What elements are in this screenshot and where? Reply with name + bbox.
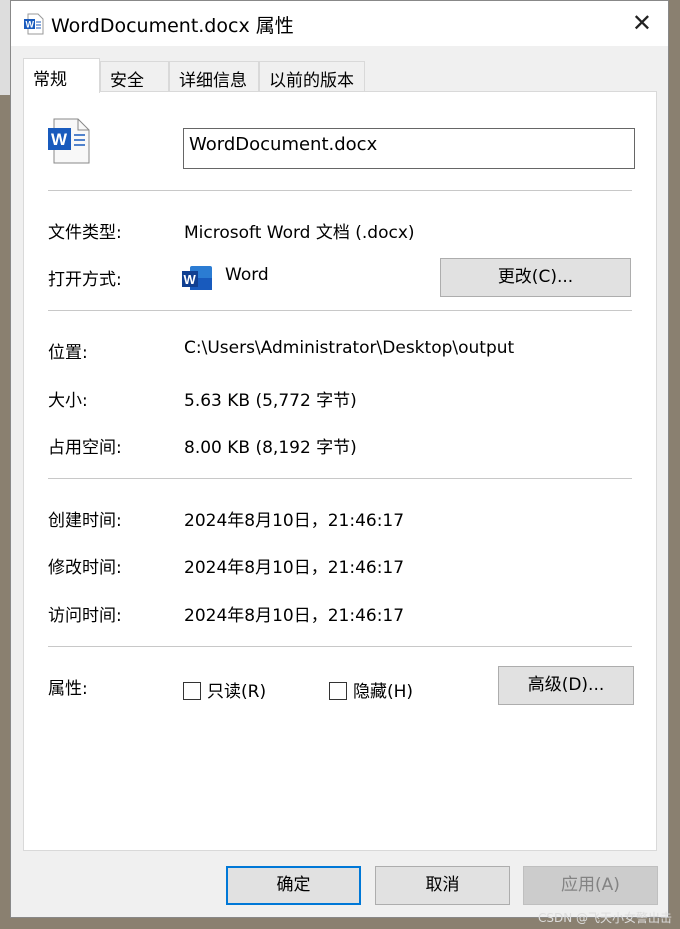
divider bbox=[48, 310, 632, 311]
size-label: 大小: bbox=[48, 391, 88, 411]
close-icon[interactable]: ✕ bbox=[632, 9, 652, 37]
tab-previous-versions[interactable]: 以前的版本 bbox=[259, 61, 365, 92]
divider bbox=[48, 478, 632, 479]
window-title: WordDocument.docx 属性 bbox=[51, 15, 294, 37]
open-with-value: Word bbox=[225, 265, 269, 285]
word-file-icon: W bbox=[48, 118, 90, 164]
accessed-label: 访问时间: bbox=[48, 606, 122, 626]
word-app-icon: W bbox=[182, 266, 212, 290]
background-window bbox=[0, 0, 10, 95]
size-value: 5.63 KB (5,772 字节) bbox=[184, 391, 357, 411]
created-value: 2024年8月10日，21:46:17 bbox=[184, 511, 405, 531]
advanced-button[interactable]: 高级(D)... bbox=[498, 666, 634, 705]
apply-button[interactable]: 应用(A) bbox=[523, 866, 658, 905]
general-panel: W WordDocument.docx 文件类型: Microsoft Word… bbox=[23, 91, 657, 851]
checkbox-box[interactable] bbox=[183, 682, 201, 700]
readonly-checkbox[interactable]: 只读(R) bbox=[183, 677, 266, 702]
watermark: CSDN @飞天小女警出击 bbox=[537, 911, 672, 925]
file-type-label: 文件类型: bbox=[48, 223, 122, 243]
divider bbox=[48, 646, 632, 647]
open-with-label: 打开方式: bbox=[48, 270, 122, 290]
divider bbox=[48, 190, 632, 191]
location-value: C:\Users\Administrator\Desktop\output bbox=[184, 338, 515, 358]
disk-size-value: 8.00 KB (8,192 字节) bbox=[184, 438, 357, 458]
title-bar: W WordDocument.docx 属性 ✕ bbox=[11, 1, 668, 46]
accessed-value: 2024年8月10日，21:46:17 bbox=[184, 606, 405, 626]
tab-general[interactable]: 常规 bbox=[23, 58, 100, 93]
attributes-label: 属性: bbox=[48, 679, 88, 699]
word-document-icon: W bbox=[24, 13, 44, 35]
modified-value: 2024年8月10日，21:46:17 bbox=[184, 558, 405, 578]
tab-security[interactable]: 安全 bbox=[100, 61, 169, 92]
disk-size-label: 占用空间: bbox=[48, 438, 122, 458]
checkbox-box[interactable] bbox=[329, 682, 347, 700]
svg-text:W: W bbox=[51, 130, 68, 149]
location-label: 位置: bbox=[48, 343, 88, 363]
readonly-label: 只读(R) bbox=[207, 682, 267, 702]
modified-label: 修改时间: bbox=[48, 558, 122, 578]
file-name-input[interactable]: WordDocument.docx bbox=[183, 128, 635, 169]
created-label: 创建时间: bbox=[48, 511, 122, 531]
svg-text:W: W bbox=[26, 20, 35, 30]
svg-text:W: W bbox=[184, 272, 197, 287]
hidden-label: 隐藏(H) bbox=[353, 682, 414, 702]
cancel-button[interactable]: 取消 bbox=[375, 866, 510, 905]
ok-button[interactable]: 确定 bbox=[226, 866, 361, 905]
properties-dialog: W WordDocument.docx 属性 ✕ 常规 安全 详细信息 以前的版… bbox=[10, 0, 669, 918]
file-type-value: Microsoft Word 文档 (.docx) bbox=[184, 223, 415, 243]
tab-details[interactable]: 详细信息 bbox=[169, 61, 259, 92]
change-button[interactable]: 更改(C)... bbox=[440, 258, 631, 297]
hidden-checkbox[interactable]: 隐藏(H) bbox=[329, 677, 413, 702]
